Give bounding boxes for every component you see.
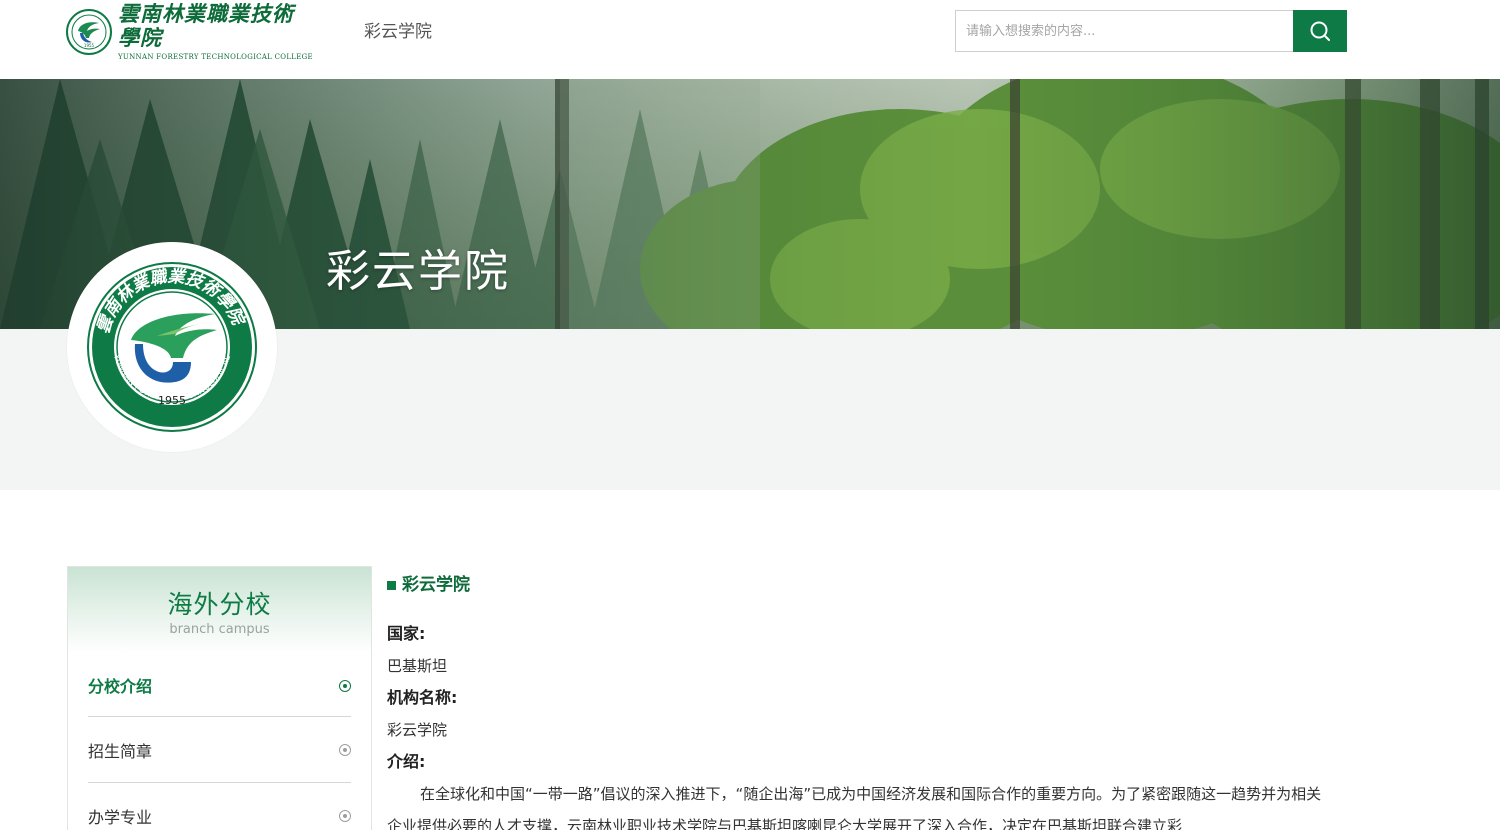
college-emblem-small-icon: 1955: [66, 9, 112, 55]
sidebar-item-label: 分校介绍: [88, 676, 153, 696]
sidebar-header: 海外分校 branch campus: [68, 567, 371, 653]
emblem-year: 1955: [158, 394, 186, 407]
sidebar-nav: 海外分校 branch campus 分校介绍 招生简章 办学专业: [67, 566, 372, 830]
sidebar-item-label: 招生简章: [88, 741, 153, 761]
main-content: 彩云学院 国家: 巴基斯坦 机构名称: 彩云学院 介绍: 在全球化和中国“一带一…: [387, 570, 1332, 830]
intro-paragraph: 在全球化和中国“一带一路”倡议的深入推进下，“随企出海”已成为中国经济发展和国际…: [387, 785, 1322, 830]
radio-dot-icon: [339, 744, 351, 756]
intro-label: 介绍:: [387, 752, 426, 771]
content-title: 彩云学院: [387, 570, 1332, 600]
sidebar-item-label: 办学专业: [88, 807, 153, 827]
logo-english-name: YUNNAN FORESTRY TECHNOLOGICAL COLLEGE: [118, 53, 313, 61]
content-title-text: 彩云学院: [402, 575, 470, 595]
country-label: 国家:: [387, 624, 426, 643]
sidebar-item-branch-intro[interactable]: 分校介绍: [88, 653, 351, 717]
search-input[interactable]: [955, 10, 1294, 52]
sidebar-item-admissions[interactable]: 招生简章: [88, 717, 351, 783]
search-icon: [1310, 21, 1330, 41]
site-header: 1955 雲南林業職業技術學院 YUNNAN FORESTRY TECHNOLO…: [0, 0, 1500, 79]
title-square-icon: [387, 580, 396, 590]
sidebar-item-majors[interactable]: 办学专业: [88, 783, 351, 830]
search-button[interactable]: [1293, 10, 1347, 52]
radio-dot-icon: [339, 680, 351, 692]
nav-item-caiyun[interactable]: 彩云学院: [364, 20, 432, 44]
logo-chinese-name: 雲南林業職業技術學院: [118, 1, 294, 50]
radio-dot-icon: [339, 810, 351, 822]
sidebar-title: 海外分校: [167, 590, 272, 619]
college-emblem: 雲南林業職業技術學院 YUNNAN FORESTRY TECHNOLOGICAL…: [67, 242, 277, 452]
org-name-label: 机构名称:: [387, 688, 458, 707]
college-emblem-icon: 雲南林業職業技術學院 YUNNAN FORESTRY TECHNOLOGICAL…: [87, 262, 257, 432]
college-logo[interactable]: 1955 雲南林業職業技術學院 YUNNAN FORESTRY TECHNOLO…: [66, 2, 313, 61]
page-hero-title: 彩云学院: [326, 246, 510, 297]
country-value: 巴基斯坦: [387, 657, 448, 675]
sidebar-subtitle: branch campus: [169, 622, 270, 637]
svg-text:1955: 1955: [84, 43, 95, 48]
org-name-value: 彩云学院: [387, 721, 448, 739]
